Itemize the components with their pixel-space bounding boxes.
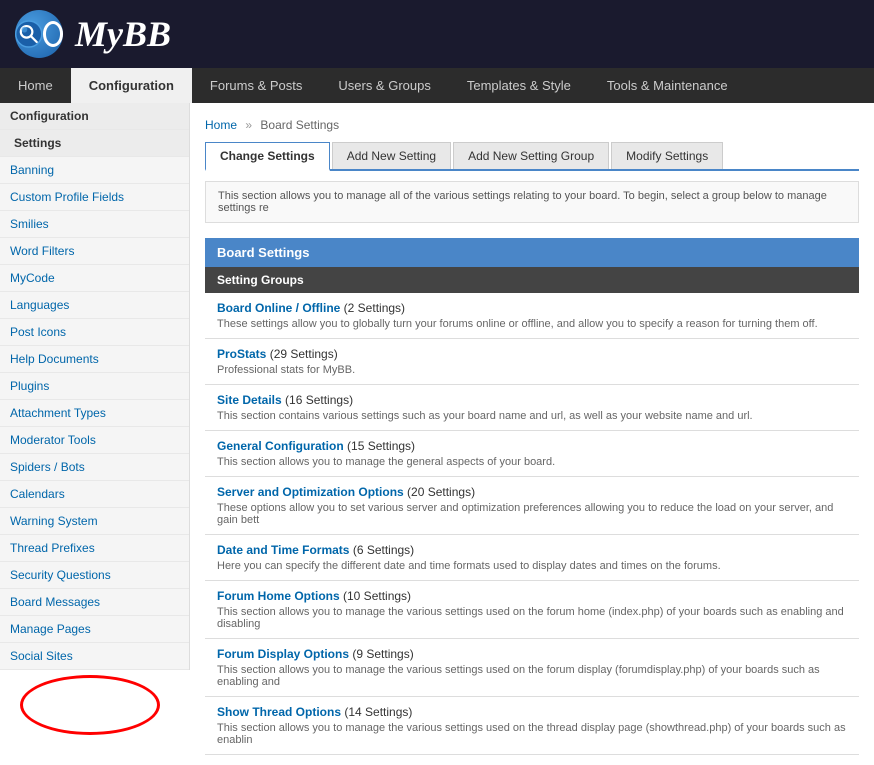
breadcrumb-current: Board Settings (260, 118, 339, 132)
setting-group-title[interactable]: Forum Display Options (9 Settings) (217, 647, 847, 661)
breadcrumb-separator: » (245, 118, 252, 132)
sidebar-item-custom-profile-fields[interactable]: Custom Profile Fields (0, 184, 189, 211)
tab-change-settings[interactable]: Change Settings (205, 142, 330, 171)
sidebar-item-post-icons[interactable]: Post Icons (0, 319, 189, 346)
sidebar-item-languages[interactable]: Languages (0, 292, 189, 319)
setting-group-count: (9 Settings) (349, 647, 414, 661)
header: MyBB (0, 0, 874, 68)
setting-group-title[interactable]: Forum Home Options (10 Settings) (217, 589, 847, 603)
setting-group-count: (6 Settings) (349, 543, 414, 557)
table-row: General Configuration (15 Settings) This … (205, 431, 859, 477)
breadcrumb-home[interactable]: Home (205, 118, 237, 132)
sidebar-item-thread-prefixes[interactable]: Thread Prefixes (0, 535, 189, 562)
setting-group-desc: This section contains various settings s… (217, 410, 847, 422)
nav-bar: Home Configuration Forums & Posts Users … (0, 68, 874, 103)
sidebar-item-spiders-bots[interactable]: Spiders / Bots (0, 454, 189, 481)
settings-table-title: Board Settings (205, 238, 859, 267)
setting-group-title[interactable]: Show Thread Options (14 Settings) (217, 705, 847, 719)
nav-home[interactable]: Home (0, 68, 71, 103)
settings-table-subheader: Setting Groups (205, 267, 859, 293)
sidebar-item-word-filters[interactable]: Word Filters (0, 238, 189, 265)
setting-group-title[interactable]: ProStats (29 Settings) (217, 347, 847, 361)
sidebar-item-mycode[interactable]: MyCode (0, 265, 189, 292)
setting-group-count: (2 Settings) (340, 301, 405, 315)
sidebar-item-banning[interactable]: Banning (0, 157, 189, 184)
setting-group-desc: These settings allow you to globally tur… (217, 318, 847, 330)
nav-tools-maintenance[interactable]: Tools & Maintenance (589, 68, 746, 103)
nav-forums-posts[interactable]: Forums & Posts (192, 68, 320, 103)
table-row: Date and Time Formats (6 Settings) Here y… (205, 535, 859, 581)
settings-table: Board Settings Setting Groups Board Onli… (205, 238, 859, 755)
nav-configuration[interactable]: Configuration (71, 68, 192, 103)
setting-group-count: (16 Settings) (282, 393, 353, 407)
tab-modify-settings[interactable]: Modify Settings (611, 142, 723, 169)
setting-group-desc: Here you can specify the different date … (217, 560, 847, 572)
setting-group-desc: These options allow you to set various s… (217, 502, 847, 526)
table-row: Forum Home Options (10 Settings) This sec… (205, 581, 859, 639)
breadcrumb: Home » Board Settings (205, 113, 859, 142)
setting-group-title[interactable]: General Configuration (15 Settings) (217, 439, 847, 453)
mybb-logo-icon (15, 10, 63, 58)
sidebar-subsection-settings: Settings (0, 130, 189, 157)
tabs-bar: Change Settings Add New Setting Add New … (205, 142, 859, 171)
main-content: Home » Board Settings Change Settings Ad… (190, 103, 874, 765)
sidebar-item-attachment-types[interactable]: Attachment Types (0, 400, 189, 427)
sidebar-item-plugins[interactable]: Plugins (0, 373, 189, 400)
sidebar-item-moderator-tools[interactable]: Moderator Tools (0, 427, 189, 454)
sidebar: Configuration Settings Banning Custom Pr… (0, 103, 190, 670)
nav-templates-style[interactable]: Templates & Style (449, 68, 589, 103)
logo-text: MyBB (75, 13, 171, 55)
sidebar-item-calendars[interactable]: Calendars (0, 481, 189, 508)
tab-add-new-setting[interactable]: Add New Setting (332, 142, 451, 169)
settings-table-subheader-row: Setting Groups (205, 267, 859, 293)
setting-group-desc: This section allows you to manage the ge… (217, 456, 847, 468)
sidebar-item-smilies[interactable]: Smilies (0, 211, 189, 238)
red-oval-annotation (20, 675, 160, 735)
setting-group-desc: Professional stats for MyBB. (217, 364, 847, 376)
sidebar-section-configuration: Configuration (0, 103, 189, 130)
setting-group-title[interactable]: Date and Time Formats (6 Settings) (217, 543, 847, 557)
table-row: Site Details (16 Settings) This section c… (205, 385, 859, 431)
sidebar-item-social-sites[interactable]: Social Sites (0, 643, 189, 670)
setting-group-title[interactable]: Board Online / Offline (2 Settings) (217, 301, 847, 315)
tab-add-new-setting-group[interactable]: Add New Setting Group (453, 142, 609, 169)
setting-group-desc: This section allows you to manage the va… (217, 664, 847, 688)
settings-table-header-row: Board Settings (205, 238, 859, 267)
sidebar-item-warning-system[interactable]: Warning System (0, 508, 189, 535)
sidebar-item-board-messages[interactable]: Board Messages (0, 589, 189, 616)
table-row: Server and Optimization Options (20 Sett… (205, 477, 859, 535)
setting-group-desc: This section allows you to manage the va… (217, 722, 847, 746)
sidebar-item-security-questions[interactable]: Security Questions (0, 562, 189, 589)
setting-group-title[interactable]: Site Details (16 Settings) (217, 393, 847, 407)
nav-users-groups[interactable]: Users & Groups (320, 68, 448, 103)
layout: Configuration Settings Banning Custom Pr… (0, 103, 874, 765)
setting-group-title[interactable]: Server and Optimization Options (20 Sett… (217, 485, 847, 499)
setting-group-desc: This section allows you to manage the va… (217, 606, 847, 630)
setting-group-count: (10 Settings) (340, 589, 411, 603)
setting-group-count: (15 Settings) (344, 439, 415, 453)
setting-group-count: (20 Settings) (404, 485, 475, 499)
info-box: This section allows you to manage all of… (205, 181, 859, 223)
sidebar-wrapper: Configuration Settings Banning Custom Pr… (0, 103, 190, 765)
setting-group-count: (29 Settings) (266, 347, 337, 361)
logo-area: MyBB (15, 10, 171, 58)
table-row: Board Online / Offline (2 Settings) These… (205, 293, 859, 339)
table-row: Forum Display Options (9 Settings) This s… (205, 639, 859, 697)
table-row: ProStats (29 Settings) Professional stats… (205, 339, 859, 385)
sidebar-item-manage-pages[interactable]: Manage Pages (0, 616, 189, 643)
setting-group-count: (14 Settings) (341, 705, 412, 719)
sidebar-item-help-documents[interactable]: Help Documents (0, 346, 189, 373)
table-row: Show Thread Options (14 Settings) This se… (205, 697, 859, 755)
